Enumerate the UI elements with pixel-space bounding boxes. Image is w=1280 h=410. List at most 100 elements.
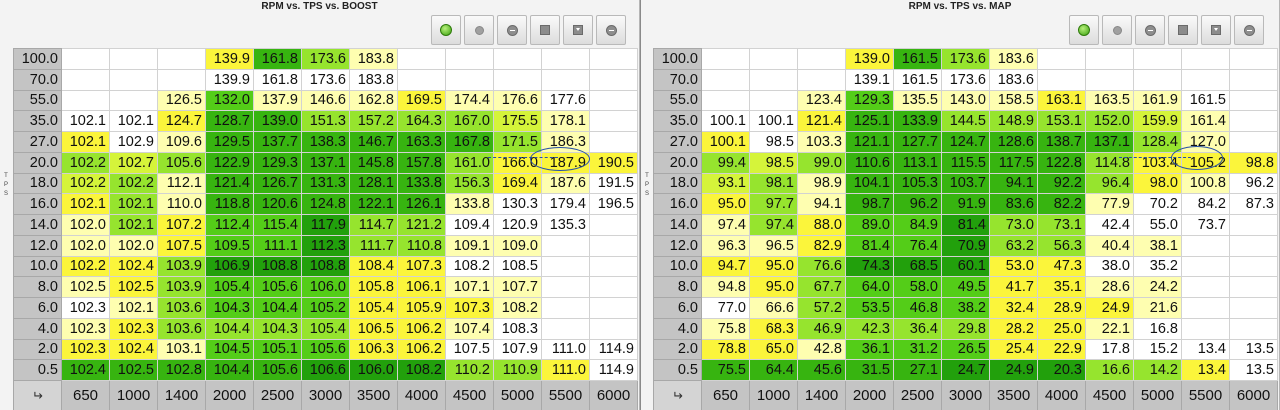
table-cell[interactable]: [541, 255, 590, 278]
table-cell[interactable]: 35.1: [1037, 276, 1086, 298]
table-cell[interactable]: 107.3: [397, 255, 446, 278]
table-cell[interactable]: 157.8: [397, 151, 446, 174]
table-cell[interactable]: 138.7: [1037, 131, 1086, 153]
table-cell[interactable]: 111.0: [541, 359, 590, 381]
table-cell[interactable]: 25.0: [1037, 317, 1086, 340]
table-cell[interactable]: 176.6: [493, 89, 542, 112]
table-cell[interactable]: 110.8: [397, 234, 446, 257]
table-cell[interactable]: 105.4: [349, 297, 398, 319]
table-cell[interactable]: 70.2: [1133, 193, 1182, 215]
table-cell[interactable]: [797, 48, 846, 70]
table-cell[interactable]: 110.9: [493, 359, 542, 381]
table-cell[interactable]: 121.2: [397, 214, 446, 236]
table-cell[interactable]: 161.8: [253, 48, 302, 70]
table-cell[interactable]: [1037, 48, 1086, 70]
table-cell[interactable]: 139.9: [205, 68, 254, 91]
table-cell[interactable]: 153.1: [1037, 110, 1086, 132]
table-cell[interactable]: 27.1: [893, 359, 942, 381]
table-cell[interactable]: 73.1: [1037, 214, 1086, 236]
table-cell[interactable]: 95.0: [749, 276, 798, 298]
record-button[interactable]: [1102, 15, 1132, 45]
table-cell[interactable]: 17.8: [1085, 338, 1134, 361]
table-cell[interactable]: 107.5: [157, 234, 206, 257]
table-cell[interactable]: 110.6: [845, 151, 894, 174]
table-cell[interactable]: 65.0: [749, 338, 798, 361]
table-cell[interactable]: [157, 48, 206, 70]
table-cell[interactable]: 53.5: [845, 297, 894, 319]
remove-button[interactable]: [596, 15, 626, 45]
table-cell[interactable]: [109, 89, 158, 112]
table-cell[interactable]: 22.9: [1037, 338, 1086, 361]
table-cell[interactable]: 104.4: [205, 359, 254, 381]
table-cell[interactable]: 173.6: [301, 68, 350, 91]
table-cell[interactable]: [701, 48, 750, 70]
table-cell[interactable]: 28.6: [1085, 276, 1134, 298]
table-cell[interactable]: 183.6: [989, 68, 1038, 91]
stop-square-button[interactable]: [1168, 15, 1198, 45]
table-cell[interactable]: 161.5: [893, 68, 942, 91]
table-cell[interactable]: 161.0: [445, 151, 494, 174]
table-cell[interactable]: 174.4: [445, 89, 494, 112]
table-cell[interactable]: 161.5: [893, 48, 942, 70]
table-cell[interactable]: 129.5: [205, 131, 254, 153]
table-cell[interactable]: 126.5: [157, 89, 206, 112]
table-cell[interactable]: 108.5: [493, 255, 542, 278]
table-cell[interactable]: [1229, 234, 1278, 257]
table-cell[interactable]: 24.7: [941, 359, 990, 381]
table-cell[interactable]: 121.1: [845, 131, 894, 153]
table-cell[interactable]: [493, 68, 542, 91]
table-cell[interactable]: 122.1: [349, 193, 398, 215]
table-cell[interactable]: [1229, 214, 1278, 236]
table-cell[interactable]: 84.9: [893, 214, 942, 236]
table-cell[interactable]: 64.0: [845, 276, 894, 298]
table-cell[interactable]: [1085, 68, 1134, 91]
table-cell[interactable]: 42.4: [1085, 214, 1134, 236]
table-cell[interactable]: 128.6: [989, 131, 1038, 153]
table-cell[interactable]: [797, 68, 846, 91]
table-cell[interactable]: 108.2: [493, 297, 542, 319]
table-cell[interactable]: 103.4: [1133, 151, 1182, 174]
table-cell[interactable]: 175.5: [493, 110, 542, 132]
table-cell[interactable]: 73.0: [989, 214, 1038, 236]
table-cell[interactable]: 127.7: [893, 131, 942, 153]
table-cell[interactable]: 102.3: [61, 338, 110, 361]
table-cell[interactable]: 177.6: [541, 89, 590, 112]
table-cell[interactable]: 60.1: [941, 255, 990, 278]
table-cell[interactable]: 98.9: [797, 172, 846, 195]
table-cell[interactable]: 99.4: [701, 151, 750, 174]
table-cell[interactable]: 167.8: [445, 131, 494, 153]
refresh-button[interactable]: [1069, 15, 1099, 45]
table-cell[interactable]: 98.8: [1229, 151, 1278, 174]
table-cell[interactable]: 115.4: [253, 214, 302, 236]
table-cell[interactable]: [589, 131, 638, 153]
table-cell[interactable]: [1181, 255, 1230, 278]
table-cell[interactable]: 16.8: [1133, 317, 1182, 340]
table-cell[interactable]: 25.4: [989, 338, 1038, 361]
table-cell[interactable]: 129.3: [253, 151, 302, 174]
record-button[interactable]: [464, 15, 494, 45]
table-cell[interactable]: 82.9: [797, 234, 846, 257]
table-cell[interactable]: 105.6: [253, 276, 302, 298]
table-cell[interactable]: 102.2: [61, 255, 110, 278]
table-cell[interactable]: 57.2: [797, 297, 846, 319]
table-cell[interactable]: 102.1: [109, 110, 158, 132]
table-cell[interactable]: 128.4: [1133, 131, 1182, 153]
table-cell[interactable]: 139.1: [845, 68, 894, 91]
table-cell[interactable]: 94.8: [701, 276, 750, 298]
table-cell[interactable]: 106.2: [397, 317, 446, 340]
table-cell[interactable]: 76.4: [893, 234, 942, 257]
table-cell[interactable]: 13.4: [1181, 359, 1230, 381]
table-cell[interactable]: 13.5: [1229, 359, 1278, 381]
table-cell[interactable]: 81.4: [845, 234, 894, 257]
table-cell[interactable]: 159.9: [1133, 110, 1182, 132]
table-cell[interactable]: [397, 68, 446, 91]
table-cell[interactable]: 102.5: [109, 276, 158, 298]
table-cell[interactable]: 190.5: [589, 151, 638, 174]
table-cell[interactable]: 98.5: [749, 131, 798, 153]
table-cell[interactable]: [1133, 48, 1182, 70]
table-cell[interactable]: 96.4: [1085, 172, 1134, 195]
table-cell[interactable]: 42.3: [845, 317, 894, 340]
table-cell[interactable]: 139.9: [205, 48, 254, 70]
table-cell[interactable]: 41.7: [989, 276, 1038, 298]
table-cell[interactable]: 137.7: [253, 131, 302, 153]
